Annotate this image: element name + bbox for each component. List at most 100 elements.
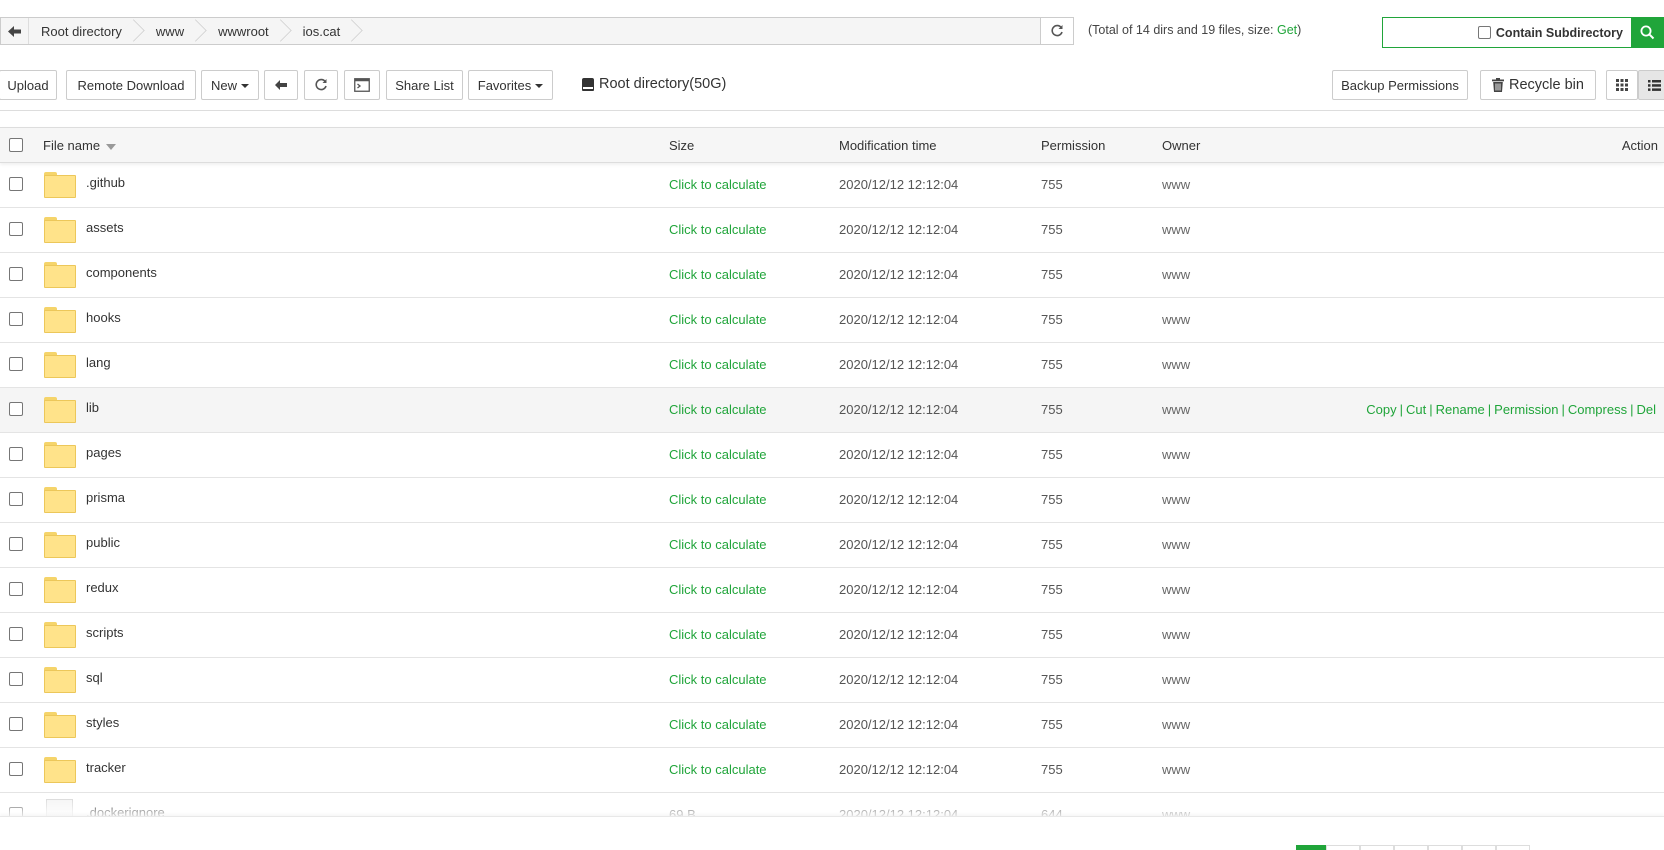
folder-icon[interactable] [44,172,76,198]
folder-icon[interactable] [44,622,76,648]
file-name[interactable]: public [86,535,120,550]
contain-subdirectory-checkbox[interactable] [1477,26,1491,39]
owner-value[interactable]: www [1162,357,1190,372]
owner-value[interactable]: www [1162,717,1190,732]
terminal-button[interactable] [344,70,380,100]
table-row[interactable]: components Click to calculate 2020/12/12 1… [0,253,1664,298]
calculate-size-link[interactable]: Click to calculate [669,357,767,372]
calculate-size-link[interactable]: Click to calculate [669,402,767,417]
file-name[interactable]: tracker [86,760,126,775]
folder-icon[interactable] [44,262,76,288]
get-size-link[interactable]: Get [1277,23,1297,37]
row-checkbox[interactable] [9,177,23,191]
owner-value[interactable]: www [1162,762,1190,777]
row-checkbox[interactable] [9,582,23,596]
table-row[interactable]: .github Click to calculate 2020/12/12 12:1… [0,163,1664,208]
row-checkbox[interactable] [9,537,23,551]
calculate-size-link[interactable]: Click to calculate [669,717,767,732]
owner-value[interactable]: www [1162,537,1190,552]
folder-icon[interactable] [44,532,76,558]
row-checkbox[interactable] [9,492,23,506]
breadcrumb-item-www[interactable]: www [137,18,201,44]
action-copy-link[interactable]: Copy [1366,402,1396,417]
list-view-button[interactable] [1638,70,1664,100]
calculate-size-link[interactable]: Click to calculate [669,537,767,552]
search-input[interactable]: Contain Subdirectory [1382,17,1632,48]
share-list-button[interactable]: Share List [386,70,463,100]
folder-icon[interactable] [44,667,76,693]
table-row[interactable]: redux Click to calculate 2020/12/12 12:12:… [0,568,1664,613]
permission-value[interactable]: 755 [1041,537,1063,552]
upload-button[interactable]: Upload [0,70,57,100]
page-button[interactable] [1360,845,1394,850]
select-all-checkbox[interactable] [9,138,23,152]
row-checkbox[interactable] [9,672,23,686]
action-del-link[interactable]: Del [1636,402,1656,417]
table-row[interactable]: lang Click to calculate 2020/12/12 12:12:0… [0,343,1664,388]
owner-value[interactable]: www [1162,447,1190,462]
permission-value[interactable]: 755 [1041,267,1063,282]
calculate-size-link[interactable]: Click to calculate [669,627,767,642]
table-row[interactable]: prisma Click to calculate 2020/12/12 12:12… [0,478,1664,523]
folder-icon[interactable] [44,442,76,468]
permission-value[interactable]: 755 [1041,717,1063,732]
column-header-file-name[interactable]: File name [43,138,117,153]
breadcrumb-item-root[interactable]: Root directory [29,18,138,44]
row-checkbox[interactable] [9,357,23,371]
permission-value[interactable]: 755 [1041,447,1063,462]
row-checkbox[interactable] [9,447,23,461]
file-name[interactable]: styles [86,715,119,730]
file-name[interactable]: prisma [86,490,125,505]
folder-icon[interactable] [44,217,76,243]
permission-value[interactable]: 755 [1041,627,1063,642]
table-row[interactable]: sql Click to calculate 2020/12/12 12:12:04… [0,658,1664,703]
action-rename-link[interactable]: Rename [1436,402,1485,417]
table-row[interactable]: public Click to calculate 2020/12/12 12:12… [0,523,1664,568]
page-button[interactable] [1496,845,1530,850]
refresh-path-button[interactable] [1040,17,1074,45]
page-button[interactable] [1428,845,1462,850]
row-checkbox[interactable] [9,627,23,641]
owner-value[interactable]: www [1162,402,1190,417]
permission-value[interactable]: 755 [1041,177,1063,192]
action-permission-link[interactable]: Permission [1494,402,1558,417]
page-button[interactable] [1462,845,1496,850]
owner-value[interactable]: www [1162,627,1190,642]
calculate-size-link[interactable]: Click to calculate [669,267,767,282]
owner-value[interactable]: www [1162,582,1190,597]
calculate-size-link[interactable]: Click to calculate [669,447,767,462]
favorites-dropdown-button[interactable]: Favorites [468,70,553,100]
breadcrumb-item-ios-cat[interactable]: ios.cat [284,18,357,44]
file-name[interactable]: components [86,265,157,280]
folder-icon[interactable] [44,712,76,738]
permission-value[interactable]: 755 [1041,402,1063,417]
permission-value[interactable]: 755 [1041,357,1063,372]
breadcrumb-item-wwwroot[interactable]: wwwroot [200,18,285,44]
calculate-size-link[interactable]: Click to calculate [669,582,767,597]
new-dropdown-button[interactable]: New [201,70,259,100]
owner-value[interactable]: www [1162,177,1190,192]
permission-value[interactable]: 755 [1041,582,1063,597]
folder-icon[interactable] [44,487,76,513]
back-arrow-icon[interactable] [1,18,29,44]
file-name[interactable]: scripts [86,625,124,640]
row-checkbox[interactable] [9,267,23,281]
folder-icon[interactable] [44,397,76,423]
file-name[interactable]: pages [86,445,121,460]
page-button[interactable] [1394,845,1428,850]
page-button[interactable] [1326,845,1360,850]
file-name[interactable]: .github [86,175,125,190]
table-row[interactable]: pages Click to calculate 2020/12/12 12:12:… [0,433,1664,478]
column-header-size[interactable]: Size [669,138,694,153]
table-row[interactable]: hooks Click to calculate 2020/12/12 12:12:… [0,298,1664,343]
row-checkbox[interactable] [9,717,23,731]
file-name[interactable]: lang [86,355,111,370]
grid-view-button[interactable] [1606,70,1638,100]
folder-icon[interactable] [44,757,76,783]
calculate-size-link[interactable]: Click to calculate [669,177,767,192]
file-name[interactable]: lib [86,400,99,415]
owner-value[interactable]: www [1162,492,1190,507]
table-row[interactable]: lib Click to calculate 2020/12/12 12:12:04… [0,388,1664,433]
backup-permissions-button[interactable]: Backup Permissions [1332,70,1468,100]
file-name[interactable]: assets [86,220,124,235]
